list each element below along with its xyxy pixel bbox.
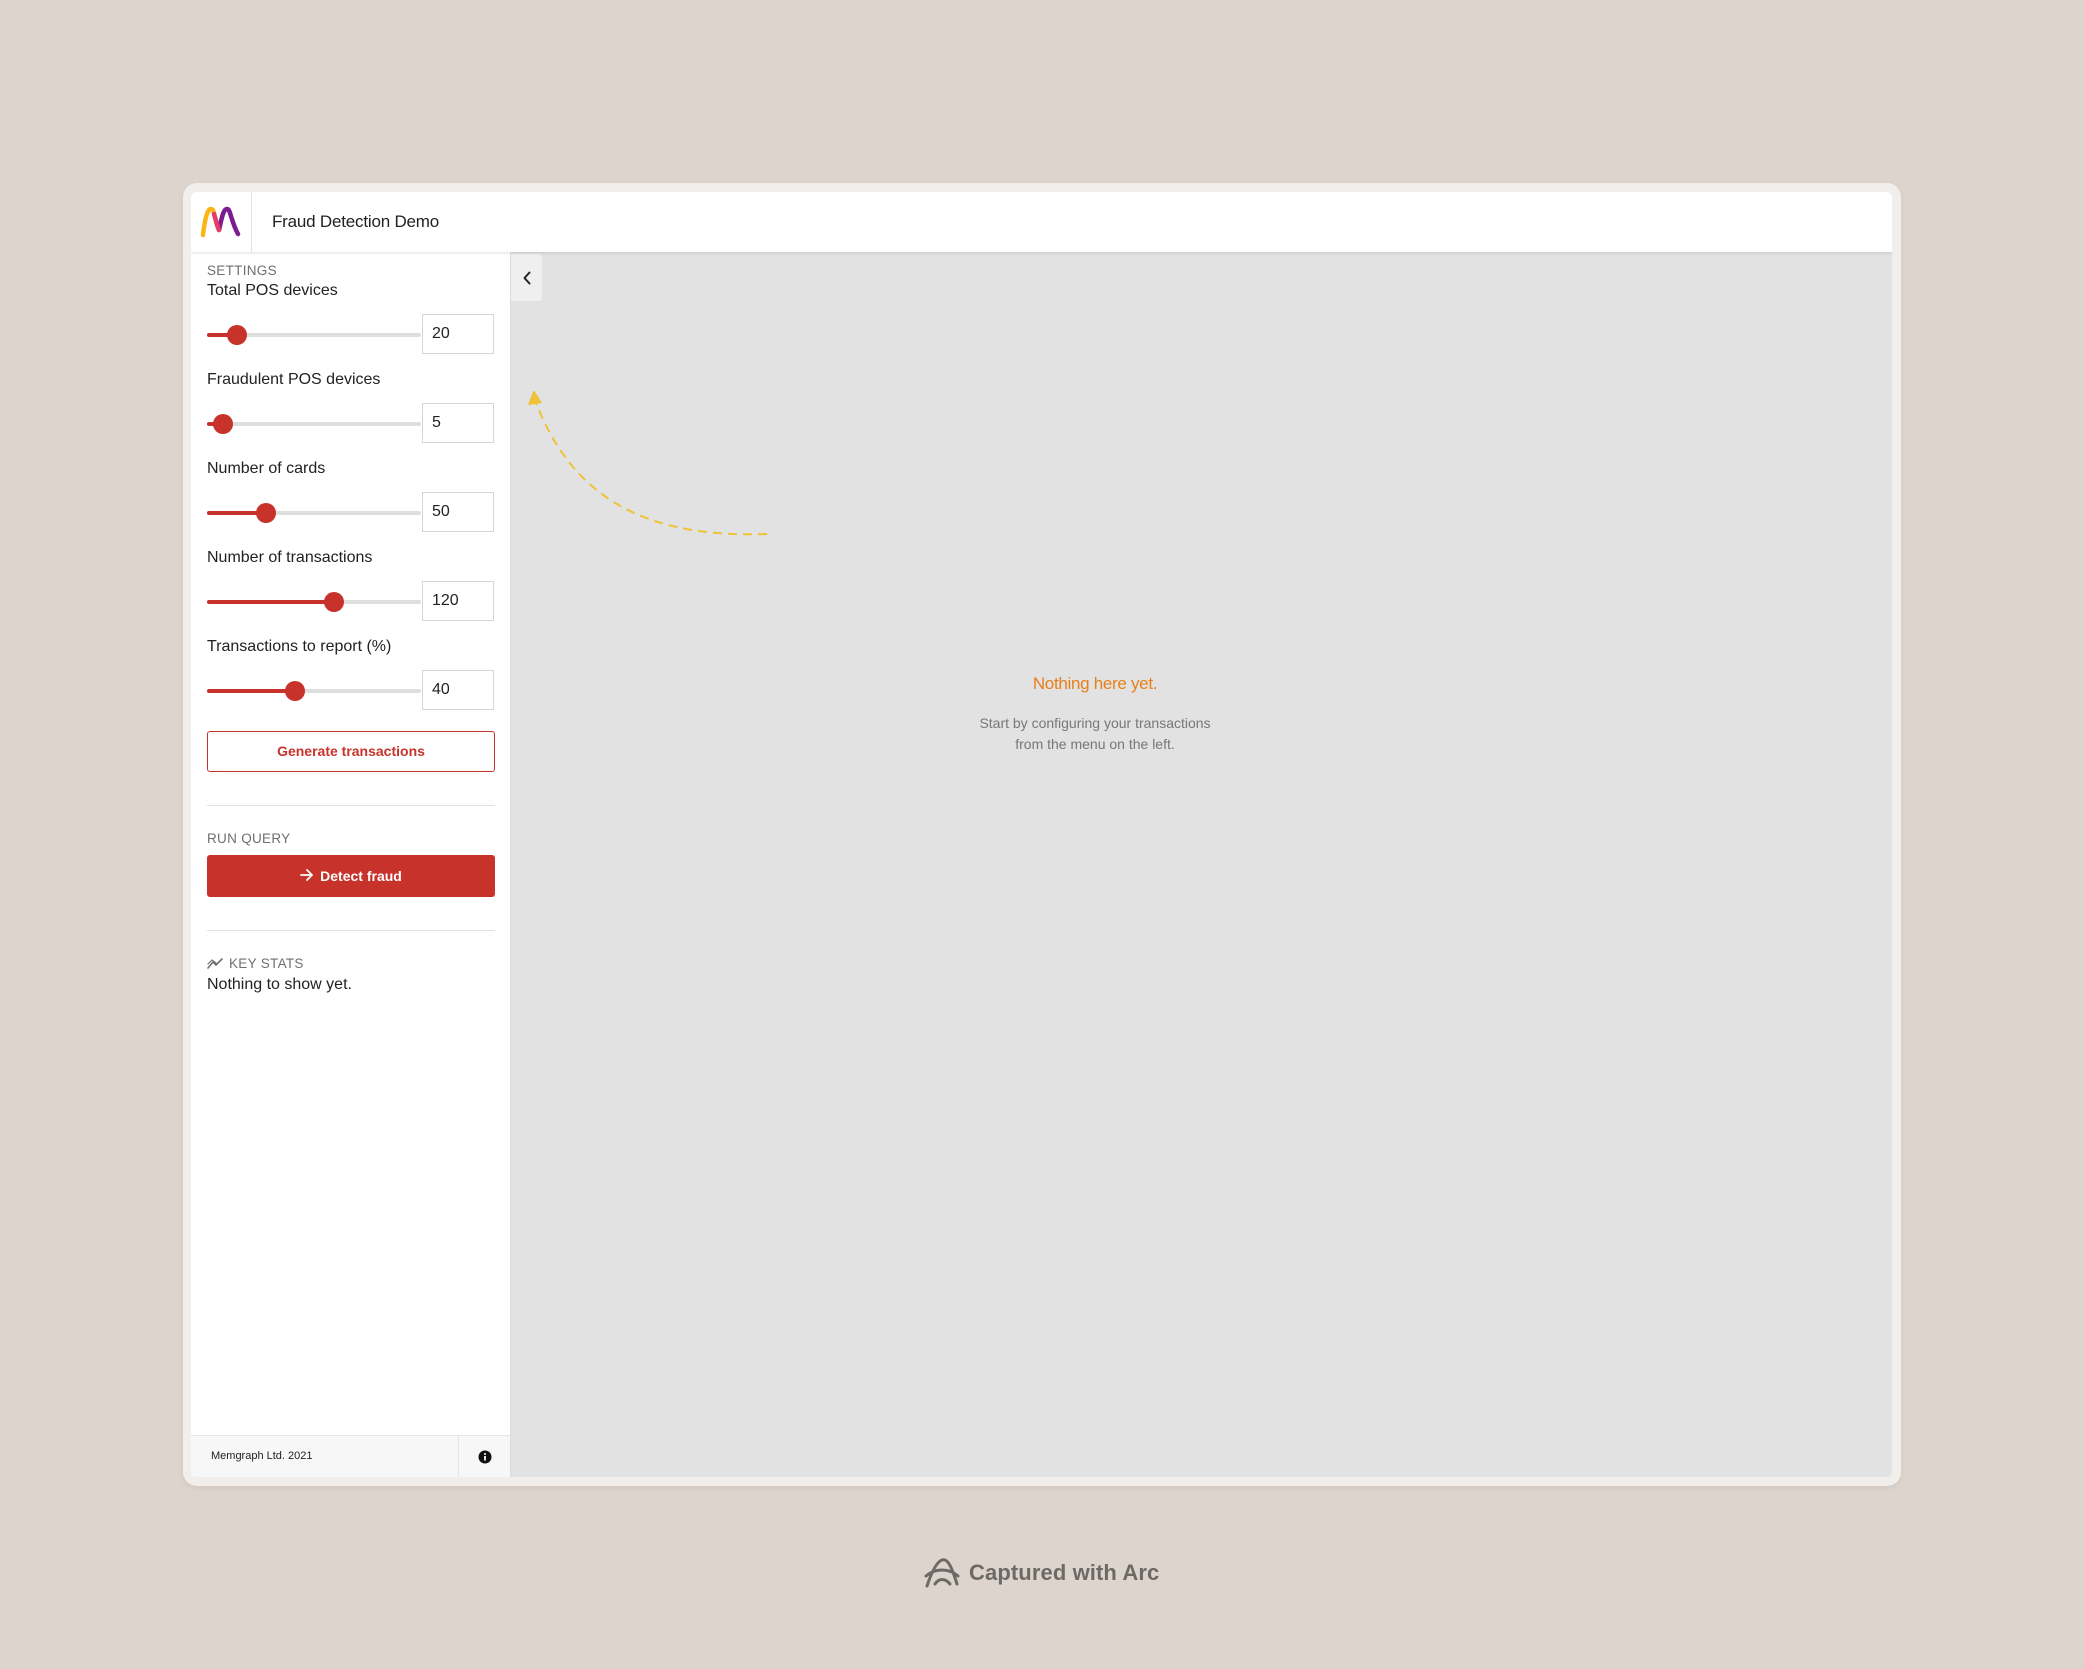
number-of-transactions-slider[interactable] bbox=[207, 592, 421, 612]
slider-thumb[interactable] bbox=[324, 592, 345, 612]
arrow-right-icon bbox=[300, 855, 314, 897]
fraudulent-pos-devices-slider[interactable] bbox=[207, 414, 421, 434]
transactions-to-report-input[interactable]: 40 bbox=[422, 670, 494, 710]
total-pos-devices-slider[interactable] bbox=[207, 325, 421, 345]
fraudulent-pos-devices-input[interactable]: 5 bbox=[422, 403, 494, 443]
memgraph-logo-icon bbox=[200, 206, 241, 238]
app-title: Fraud Detection Demo bbox=[272, 212, 440, 231]
total-pos-devices-label: Total POS devices bbox=[207, 282, 338, 299]
chevron-left-icon bbox=[523, 271, 530, 284]
detect-fraud-label: Detect fraud bbox=[320, 868, 402, 884]
divider bbox=[207, 805, 495, 806]
total-pos-devices-input[interactable]: 20 bbox=[422, 314, 494, 354]
collapse-sidebar-button[interactable] bbox=[511, 254, 542, 301]
copyright-text: Memgraph Ltd. 2021 bbox=[211, 1450, 313, 1462]
arc-logo-icon bbox=[924, 1558, 960, 1588]
info-button[interactable] bbox=[458, 1436, 510, 1477]
empty-state-line-1: Start by configuring your transactions bbox=[979, 715, 1211, 731]
memgraph-logo[interactable] bbox=[191, 192, 252, 252]
info-icon bbox=[478, 1450, 491, 1463]
slider-fill bbox=[207, 689, 295, 693]
run-query-section-label: RUN QUERY bbox=[207, 831, 291, 846]
key-stats-empty-text: Nothing to show yet. bbox=[207, 976, 352, 993]
empty-state-line-2: from the menu on the left. bbox=[1015, 736, 1175, 752]
detect-fraud-button[interactable]: Detect fraud bbox=[207, 855, 495, 897]
transactions-to-report-label: Transactions to report (%) bbox=[207, 638, 392, 655]
slider-fill bbox=[207, 600, 335, 604]
number-of-cards-input[interactable]: 50 bbox=[422, 492, 494, 532]
captured-with-arc-badge: Captured with Arc bbox=[923, 1555, 1159, 1591]
settings-section-label: SETTINGS bbox=[207, 263, 277, 278]
app-root: Fraud Detection Demo SETTINGS Total POS … bbox=[191, 192, 1892, 1477]
key-stats-section: KEY STATS bbox=[207, 956, 304, 971]
number-of-cards-label: Number of cards bbox=[207, 460, 326, 477]
sidebar: SETTINGS Total POS devices 20 Fraudulent… bbox=[191, 252, 511, 1477]
empty-state-title: Nothing here yet. bbox=[1032, 674, 1158, 693]
trending-chart-icon bbox=[207, 957, 224, 970]
generate-transactions-button[interactable]: Generate transactions bbox=[207, 731, 495, 772]
divider bbox=[207, 930, 495, 931]
empty-state-description: Start by configuring your transactions f… bbox=[902, 713, 1288, 755]
slider-thumb[interactable] bbox=[284, 681, 305, 701]
transactions-to-report-slider[interactable] bbox=[207, 681, 421, 701]
fraudulent-pos-devices-label: Fraudulent POS devices bbox=[207, 371, 381, 388]
slider-thumb[interactable] bbox=[213, 414, 234, 434]
key-stats-section-label: KEY STATS bbox=[229, 956, 304, 971]
top-bar: Fraud Detection Demo bbox=[191, 192, 1892, 252]
number-of-cards-slider[interactable] bbox=[207, 503, 421, 523]
number-of-transactions-label: Number of transactions bbox=[207, 549, 373, 566]
captured-with-arc-text: Captured with Arc bbox=[969, 1560, 1160, 1585]
browser-window: Fraud Detection Demo SETTINGS Total POS … bbox=[183, 183, 1901, 1486]
sidebar-footer: Memgraph Ltd. 2021 bbox=[191, 1435, 510, 1477]
slider-thumb[interactable] bbox=[226, 325, 247, 345]
slider-thumb[interactable] bbox=[255, 503, 276, 523]
number-of-transactions-input[interactable]: 120 bbox=[422, 581, 494, 621]
